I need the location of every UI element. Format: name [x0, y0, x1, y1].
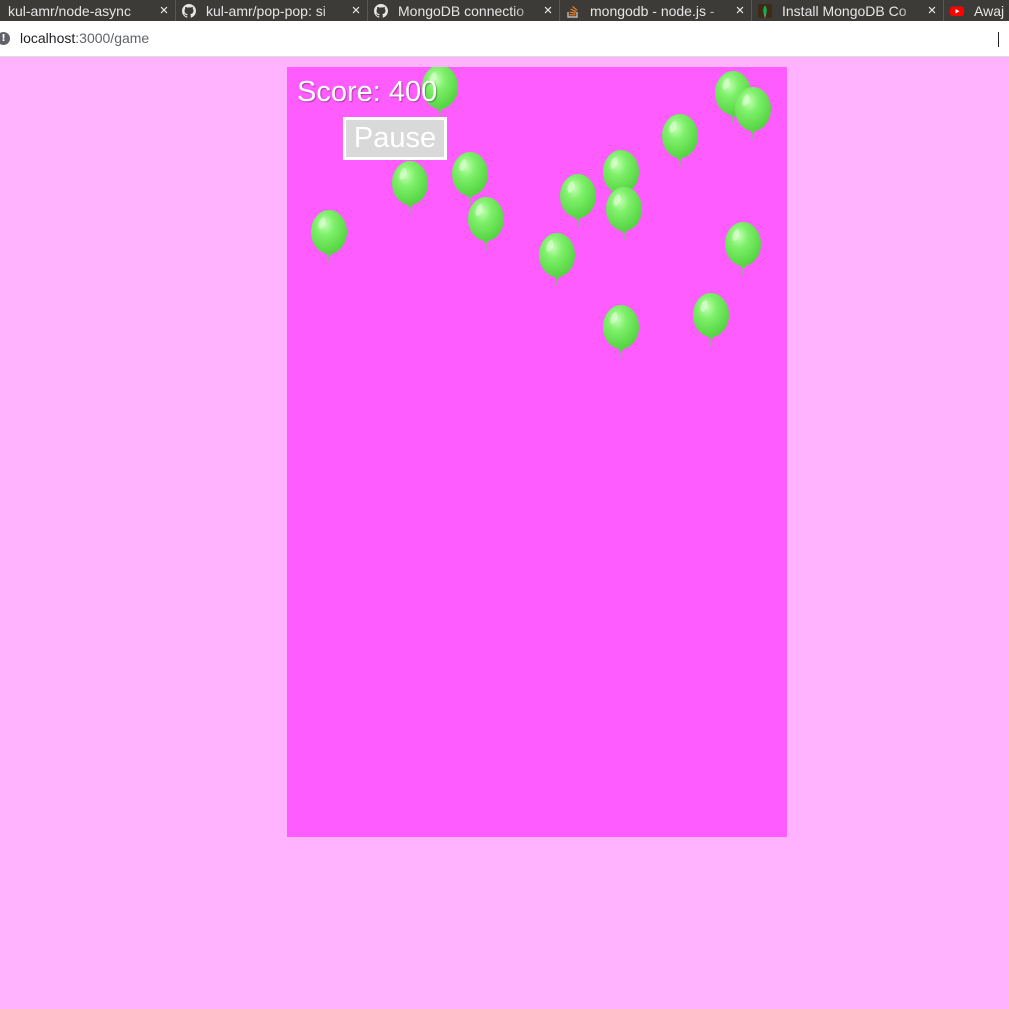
balloon[interactable] — [660, 113, 700, 167]
balloon-icon — [392, 161, 428, 214]
browser-tab[interactable]: Install MongoDB Co × — [752, 0, 944, 21]
balloon-icon — [662, 114, 698, 167]
close-icon[interactable]: × — [541, 2, 555, 19]
balloon-icon — [725, 222, 761, 275]
balloon-icon — [468, 197, 504, 250]
tab-title: kul-amr/node-async — [8, 2, 131, 19]
balloon[interactable] — [604, 186, 644, 240]
tab-title: Install MongoDB Co — [782, 2, 907, 19]
close-icon[interactable]: × — [733, 2, 747, 19]
balloon[interactable] — [601, 304, 641, 358]
balloon-icon — [560, 174, 596, 227]
balloon[interactable] — [723, 221, 763, 275]
balloon-icon — [539, 233, 575, 286]
balloon[interactable] — [390, 160, 430, 214]
info-icon[interactable]: ! — [0, 32, 10, 45]
github-icon — [374, 3, 388, 18]
pause-button[interactable]: Pause — [343, 117, 447, 160]
tab-title: MongoDB connectio — [398, 2, 525, 19]
tab-title: mongodb - node.js - — [590, 2, 715, 19]
url-path: :3000/game — [75, 30, 150, 46]
balloon-icon — [693, 293, 729, 346]
mongodb-leaf-icon — [758, 3, 772, 18]
address-bar[interactable]: ! localhost:3000/game — [0, 21, 1009, 57]
close-icon[interactable]: × — [157, 2, 171, 19]
browser-tab[interactable]: Awaj — [944, 0, 1009, 21]
close-icon[interactable]: × — [349, 2, 363, 19]
youtube-icon — [950, 4, 964, 18]
balloon[interactable] — [537, 232, 577, 286]
close-icon[interactable]: × — [925, 2, 939, 19]
balloon[interactable] — [691, 292, 731, 346]
browser-tab-strip: kul-amr/node-async × kul-amr/pop-pop: si… — [0, 0, 1009, 21]
balloon-icon — [606, 187, 642, 240]
github-icon — [182, 3, 196, 18]
browser-tab[interactable]: mongodb - node.js - × — [560, 0, 752, 21]
tab-title: kul-amr/pop-pop: si — [206, 2, 326, 19]
url-field[interactable]: localhost:3000/game — [20, 30, 149, 46]
balloon-icon — [311, 210, 347, 263]
text-caret — [998, 32, 999, 47]
balloon[interactable] — [558, 173, 598, 227]
stackoverflow-icon — [566, 4, 580, 18]
browser-tab[interactable]: kul-amr/pop-pop: si × — [176, 0, 368, 21]
balloon[interactable] — [733, 86, 773, 140]
balloon-icon — [603, 305, 639, 358]
url-host: localhost — [20, 30, 76, 46]
balloon-icon — [735, 87, 771, 140]
game-area[interactable]: Score: 400 Pause — [287, 67, 787, 837]
tab-title: Awaj — [974, 2, 1005, 19]
browser-tab[interactable]: kul-amr/node-async × — [0, 0, 176, 21]
browser-tab[interactable]: MongoDB connectio × — [368, 0, 560, 21]
score-display: Score: 400 — [297, 76, 438, 108]
balloon[interactable] — [466, 196, 506, 250]
balloon[interactable] — [309, 209, 349, 263]
